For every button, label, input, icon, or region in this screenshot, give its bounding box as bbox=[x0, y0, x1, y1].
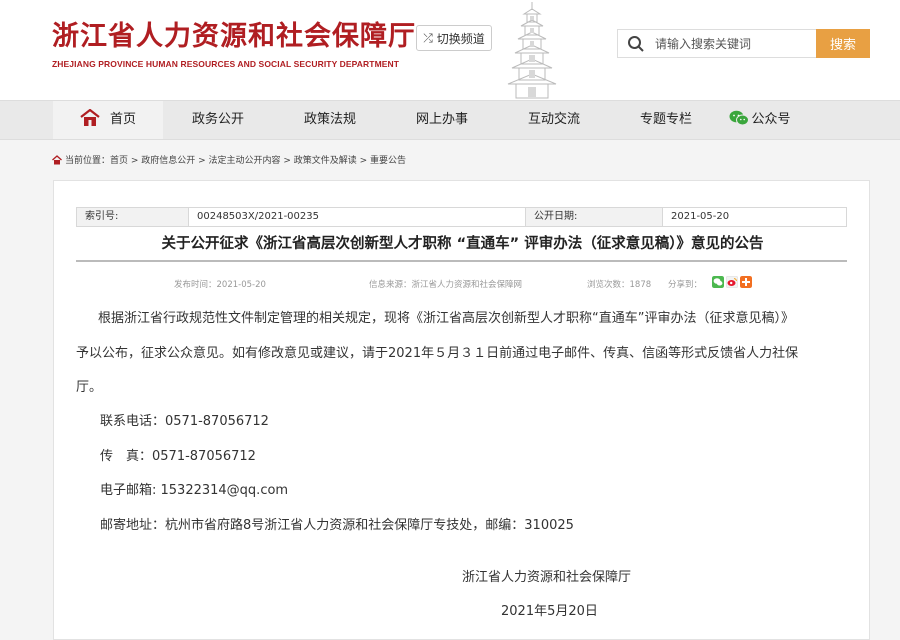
shuffle-icon: ⤮ bbox=[423, 30, 433, 45]
search-input[interactable]: 请输入搜索关键词 bbox=[617, 29, 817, 58]
share-buttons bbox=[712, 276, 752, 288]
site-header: 浙江省人力资源和社会保障厅 ZHEJIANG PROVINCE HUMAN RE… bbox=[0, 0, 900, 100]
search-placeholder: 请输入搜索关键词 bbox=[655, 37, 752, 51]
nav-item-policy[interactable]: 政策法规 bbox=[275, 101, 385, 139]
contact-phone: 联系电话：0571-87056712 bbox=[100, 414, 269, 429]
meta-table: 索引号: 00248503X/2021-00235 公开日期: 2021-05-… bbox=[76, 207, 847, 227]
search-button[interactable]: 搜索 bbox=[816, 29, 870, 58]
contact-fax: 传 真：0571-87056712 bbox=[100, 449, 256, 464]
paragraph-line-3: 厅。 bbox=[76, 380, 103, 395]
site-title[interactable]: 浙江省人力资源和社会保障厅 bbox=[52, 14, 416, 53]
nav-item-online-service[interactable]: 网上办事 bbox=[387, 101, 497, 139]
breadcrumb: 当前位置：首页 > 政府信息公开 > 法定主动公开内容 > 政策文件及解读 > … bbox=[52, 153, 406, 166]
publish-time: 发布时间：2021-05-20 bbox=[174, 280, 266, 290]
switch-channel-label: 切换频道 bbox=[436, 31, 485, 46]
more-share-icon[interactable] bbox=[740, 276, 752, 288]
switch-channel-button[interactable]: ⤮ 切换频道 bbox=[416, 25, 492, 51]
pagoda-illustration bbox=[507, 2, 557, 99]
info-source: 信息来源：浙江省人力资源和社会保障网 bbox=[369, 280, 523, 290]
nav-item-official-account[interactable]: 公众号 bbox=[705, 101, 815, 139]
contact-address: 邮寄地址：杭州市省府路8号浙江省人力资源和社会保障厅专技处，邮编：310025 bbox=[100, 518, 574, 533]
paragraph-line-1: 根据浙江省行政规范性文件制定管理的相关规定，现将《浙江省高层次创新型人才职称“直… bbox=[98, 311, 794, 326]
home-icon bbox=[80, 108, 100, 126]
nav-label-official-account: 公众号 bbox=[751, 112, 791, 127]
location-icon bbox=[52, 154, 62, 164]
nav-item-home[interactable]: 首页 bbox=[53, 101, 163, 139]
site-subtitle: ZHEJIANG PROVINCE HUMAN RESOURCES AND SO… bbox=[52, 59, 400, 69]
wechat-icon bbox=[729, 110, 750, 125]
sign-date: 2021年5月20日 bbox=[501, 604, 598, 619]
search-icon bbox=[628, 35, 644, 52]
signer: 浙江省人力资源和社会保障厅 bbox=[462, 570, 632, 585]
date-label: 公开日期: bbox=[526, 208, 663, 226]
view-count: 浏览次数：1878 bbox=[587, 280, 652, 290]
contact-email: 电子邮箱: 15322314@qq.com bbox=[100, 483, 289, 498]
article-title: 关于公开征求《浙江省高层次创新型人才职称 “直通车” 评审办法（征求意见稿）》意… bbox=[161, 236, 764, 252]
date-value: 2021-05-20 bbox=[671, 211, 730, 222]
paragraph-line-2: 予以公布，征求公众意见。如有修改意见或建议，请于2021年５月３１日前通过电子邮… bbox=[76, 346, 799, 361]
main-nav: 首页 政务公开 政策法规 网上办事 互动交流 专题专栏 公众号 bbox=[0, 100, 900, 140]
article-panel: 索引号: 00248503X/2021-00235 公开日期: 2021-05-… bbox=[53, 180, 870, 640]
index-value: 00248503X/2021-00235 bbox=[189, 208, 526, 226]
nav-item-interaction[interactable]: 互动交流 bbox=[499, 101, 609, 139]
title-divider bbox=[76, 260, 847, 262]
index-label: 索引号: bbox=[77, 208, 189, 226]
breadcrumb-text[interactable]: 当前位置：首页 > 政府信息公开 > 法定主动公开内容 > 政策文件及解读 > … bbox=[65, 153, 406, 166]
nav-item-gov-affairs[interactable]: 政务公开 bbox=[163, 101, 273, 139]
wechat-share-icon[interactable] bbox=[712, 276, 724, 288]
weibo-share-icon[interactable] bbox=[726, 276, 738, 288]
nav-label-home: 首页 bbox=[109, 112, 136, 127]
share-label: 分享到： bbox=[668, 280, 703, 290]
